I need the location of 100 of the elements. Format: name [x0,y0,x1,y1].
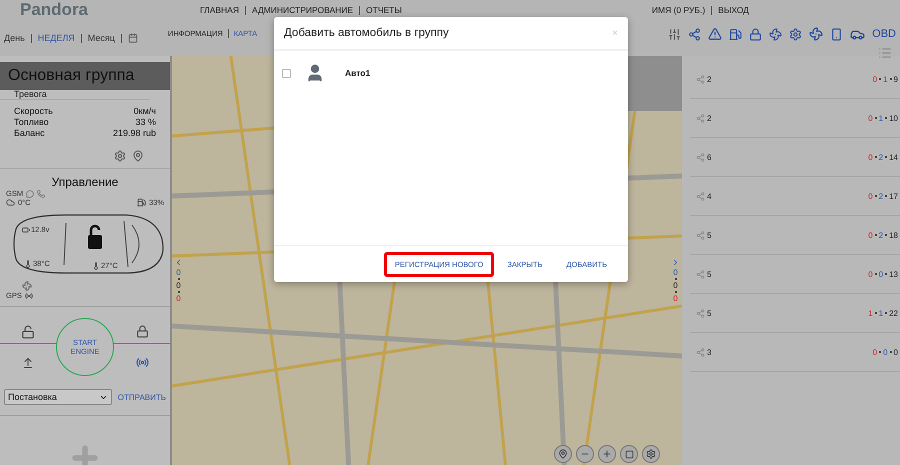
battery-icon [22,226,30,234]
trip-count: 6 [707,152,712,162]
signal-icon[interactable] [136,356,149,369]
route-icon [696,270,705,278]
fan-icon[interactable] [769,28,782,40]
trip-row[interactable]: 3 0 0 0 [690,333,900,372]
chevron-left-icon[interactable] [174,258,183,267]
calendar-icon[interactable] [128,33,138,43]
plus-icon [602,449,612,459]
lock-icon[interactable] [136,325,149,338]
stat-value: 0км/ч [134,106,156,116]
fuel-icon[interactable] [729,28,742,40]
map-pin-icon [558,449,568,459]
obd-label[interactable]: OBD [872,28,896,40]
settings-button[interactable] [642,445,660,463]
cloud-icon [6,198,15,207]
trip-stat: 2 [878,192,884,200]
nav-link[interactable]: ОТЧЕТЫ [366,5,402,15]
trip-stat: 2 [878,230,884,240]
trip-count: 4 [707,192,712,200]
route-icon [696,74,705,84]
period-tab[interactable]: Месяц [88,33,115,43]
send-link[interactable]: ОТПРАВИТЬ [118,392,166,402]
nav-link[interactable]: ГЛАВНАЯ [200,5,239,15]
sliders-icon[interactable] [668,28,682,40]
message-icon [26,190,34,198]
user-account-link[interactable]: ИМЯ (0 РУБ.) [652,5,706,15]
dialog-title: Добавить автомобиль в группу [284,27,449,39]
period-tab[interactable]: День [4,33,25,43]
lock-icon[interactable] [749,28,762,40]
fuel-icon [136,198,146,207]
thermometer-icon [92,262,100,270]
stat-label: Топливо [14,117,49,127]
trip-stat: 13 [889,270,898,278]
trip-count: 5 [707,308,712,318]
route-icon [696,114,705,122]
zoom-in-button[interactable] [598,445,616,463]
counter-value: 0 [176,294,181,303]
chevron-right-icon[interactable] [671,258,680,267]
trip-count: 5 [707,270,712,278]
counter-value: 0 [176,268,181,277]
stat-label: Скорость [14,106,53,116]
map-pin-button[interactable] [554,445,572,463]
signal-icon [24,292,33,300]
counter-value: 0 [176,281,181,290]
control-title: Управление [50,175,120,189]
trip-stat: 0 [868,230,873,240]
trip-row[interactable]: 2 0 1 10 [690,99,900,138]
counter-value: 0 [673,281,678,290]
route-icon [696,152,705,162]
unlock-icon[interactable] [20,325,34,339]
trip-stat: 18 [889,230,898,240]
trip-row[interactable]: 5 1 1 22 [690,294,900,333]
trip-stat: 10 [889,114,898,122]
settings-icon[interactable] [114,150,126,162]
logout-link[interactable]: ВЫХОД [718,5,749,15]
square-icon [624,450,634,458]
trip-count: 2 [707,114,712,122]
trip-stat: 0 [868,114,873,122]
trip-stat: 0 [872,74,878,84]
stat-value: 33 % [135,117,156,127]
fan-icon[interactable] [809,27,824,41]
trip-stat: 0 [894,348,898,356]
trip-stat: 1 [878,308,884,318]
checkbox[interactable] [282,68,291,78]
trip-row[interactable]: 6 0 2 14 [690,138,900,177]
trip-row[interactable]: 5 0 2 18 [690,216,900,255]
settings-icon[interactable] [789,28,802,40]
trip-row[interactable]: 5 0 0 13 [690,255,900,294]
trip-stat: 9 [894,74,898,84]
trip-count: 3 [707,348,712,356]
route-icon [696,348,705,356]
trip-count: 5 [707,230,712,240]
alarm-label: Тревога [0,89,150,100]
thermometer-icon [24,260,32,268]
trip-stat: 0 [868,192,873,200]
trip-stat: 2 [878,152,884,162]
fan-icon [22,281,32,291]
car-name: Авто1 [345,68,370,78]
share-icon[interactable] [688,28,702,40]
phone-icon[interactable] [830,28,844,40]
map-pin-icon[interactable] [132,150,144,162]
route-icon [696,308,705,318]
trip-row[interactable]: 4 0 2 17 [690,177,900,216]
route-icon [696,192,705,200]
warning-icon[interactable] [708,27,722,41]
nav-link[interactable]: АДМИНИСТРИРОВАНИЕ [252,5,354,15]
trip-stat: 0 [878,270,884,278]
trip-stat: 0 [872,348,878,356]
trip-stat: 1 [868,308,873,318]
phone-icon [37,190,46,198]
layers-button[interactable] [620,445,638,463]
trip-count: 2 [707,74,712,84]
command-select[interactable]: Постановка [4,389,112,405]
trip-stat: 1 [878,114,884,122]
group-title: Основная группа [0,62,170,90]
stat-value: 219.98 rub [112,128,156,138]
route-icon [696,230,705,240]
trip-row[interactable]: 2 0 1 9 [690,60,900,99]
counter-value: 0 [673,294,678,303]
